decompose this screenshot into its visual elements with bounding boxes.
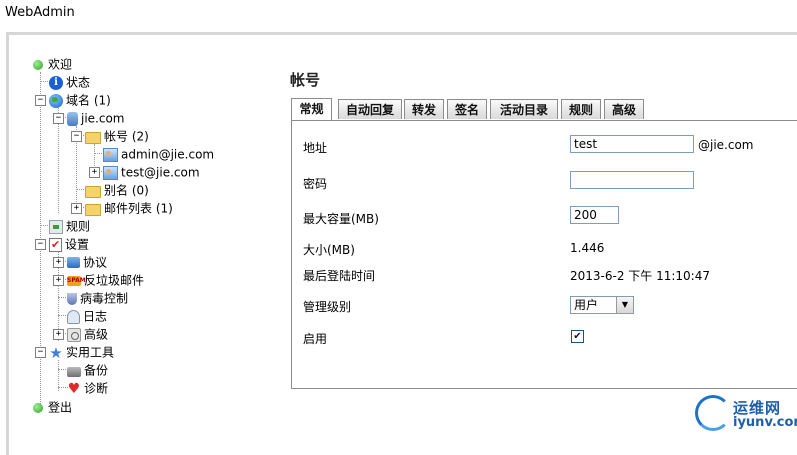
enabled-checkbox[interactable]: ✔ <box>571 330 584 343</box>
log-icon <box>67 309 80 324</box>
tab-active-directory[interactable]: 活动目录 <box>490 99 558 119</box>
tree-item-antispam[interactable]: SPAM反垃圾邮件 <box>67 271 144 289</box>
tree-item-account-test[interactable]: test@jie.com <box>103 163 200 181</box>
max-size-label: 最大容量(MB) <box>303 212 379 226</box>
tree-item-domain[interactable]: jie.com <box>67 109 125 127</box>
collapse-domain-icon[interactable]: − <box>53 113 64 124</box>
address-input[interactable] <box>570 135 694 153</box>
account-form-panel: 地址 @jie.com 密码 最大容量(MB) 大小(MB) 1.446 最后登… <box>291 120 797 389</box>
tree-item-mailing-lists[interactable]: 邮件列表 (1) <box>85 199 173 217</box>
tree-item-logout[interactable]: 登出 <box>31 398 72 416</box>
tree-item-utilities[interactable]: ★ 实用工具 <box>49 343 114 361</box>
enabled-label: 启用 <box>303 332 328 346</box>
last-login-label: 最后登陆时间 <box>303 269 376 283</box>
tab-signature[interactable]: 签名 <box>447 99 487 119</box>
size-label: 大小(MB) <box>303 243 355 257</box>
heart-icon: ♥ <box>67 380 81 397</box>
collapse-settings-icon[interactable]: − <box>35 239 46 250</box>
tree-item-advanced[interactable]: 高级 <box>67 325 108 343</box>
dropdown-arrow-icon[interactable]: ▼ <box>616 297 633 313</box>
password-input[interactable] <box>570 171 694 189</box>
tree-item-welcome[interactable]: 欢迎 <box>31 55 72 73</box>
tab-autoreply[interactable]: 自动回复 <box>338 99 402 119</box>
tree-item-domains[interactable]: 域名 (1) <box>49 91 111 109</box>
tab-forwarding[interactable]: 转发 <box>404 99 444 119</box>
collapse-utilities-icon[interactable]: − <box>35 347 46 358</box>
checklist-icon <box>49 236 62 254</box>
watermark-logo: 运维网 iyunv.com <box>695 393 797 437</box>
tree-item-antivirus[interactable]: 病毒控制 <box>67 289 128 307</box>
expand-account-icon[interactable]: + <box>89 167 100 178</box>
expand-protocols-icon[interactable]: + <box>53 257 64 268</box>
online-status-icon <box>33 59 43 70</box>
star-icon: ★ <box>49 343 63 362</box>
online-status-icon <box>33 402 43 413</box>
user-card-icon <box>103 147 118 162</box>
swoosh-icon <box>695 395 731 431</box>
advanced-settings-icon <box>67 327 81 342</box>
backup-icon <box>67 366 81 377</box>
last-login-value: 2013-6-2 下午 11:10:47 <box>570 269 710 283</box>
info-icon: i <box>49 75 63 90</box>
folder-icon <box>85 131 101 144</box>
tree-item-settings[interactable]: 设置 <box>49 235 89 254</box>
folder-icon <box>85 185 101 198</box>
tab-advanced[interactable]: 高级 <box>604 99 644 119</box>
rules-icon <box>49 219 63 234</box>
size-value: 1.446 <box>570 241 605 255</box>
expand-advanced-icon[interactable]: + <box>53 329 64 340</box>
tree-item-diagnostics[interactable]: ♥ 诊断 <box>67 379 108 397</box>
shield-icon <box>67 292 77 305</box>
expand-antispam-icon[interactable]: + <box>53 275 64 286</box>
tab-rules[interactable]: 规则 <box>561 99 601 119</box>
tree-item-protocols[interactable]: 协议 <box>67 253 107 271</box>
max-size-input[interactable] <box>570 206 619 224</box>
navigation-tree: − − − + + − + + + − 欢迎 i 状态 域名 (1) jie.co… <box>9 35 289 455</box>
app-title: WebAdmin <box>5 5 75 20</box>
admin-level-value: 用户 <box>574 298 599 312</box>
protocol-icon <box>67 257 80 268</box>
page-title: 帐号 <box>290 71 321 89</box>
tab-general[interactable]: 常规 <box>291 98 332 120</box>
tree-item-account-admin[interactable]: admin@jie.com <box>103 145 214 163</box>
expand-mailing-lists-icon[interactable]: + <box>71 203 82 214</box>
tree-item-aliases[interactable]: 别名 (0) <box>85 181 149 199</box>
spam-icon: SPAM <box>67 275 86 286</box>
admin-level-select[interactable]: 用户 ▼ <box>570 296 634 314</box>
folder-icon <box>85 203 101 216</box>
main-frame: − − − + + − + + + − 欢迎 i 状态 域名 (1) jie.co… <box>6 32 797 455</box>
tree-item-rules[interactable]: 规则 <box>49 217 90 235</box>
tree-item-accounts[interactable]: 帐号 (2) <box>85 127 149 145</box>
address-label: 地址 <box>303 141 328 155</box>
globe-icon <box>49 93 63 108</box>
tree-item-logging[interactable]: 日志 <box>67 307 107 325</box>
domain-suffix: @jie.com <box>698 138 754 152</box>
tree-item-status[interactable]: i 状态 <box>49 73 90 91</box>
admin-level-label: 管理级别 <box>303 300 352 314</box>
user-card-icon <box>103 165 118 180</box>
tree-item-backup[interactable]: 备份 <box>67 361 108 379</box>
password-label: 密码 <box>303 177 328 191</box>
database-icon <box>67 111 78 126</box>
collapse-domains-icon[interactable]: − <box>35 95 46 106</box>
collapse-accounts-icon[interactable]: − <box>71 131 82 142</box>
watermark-url: iyunv.com <box>733 415 797 430</box>
